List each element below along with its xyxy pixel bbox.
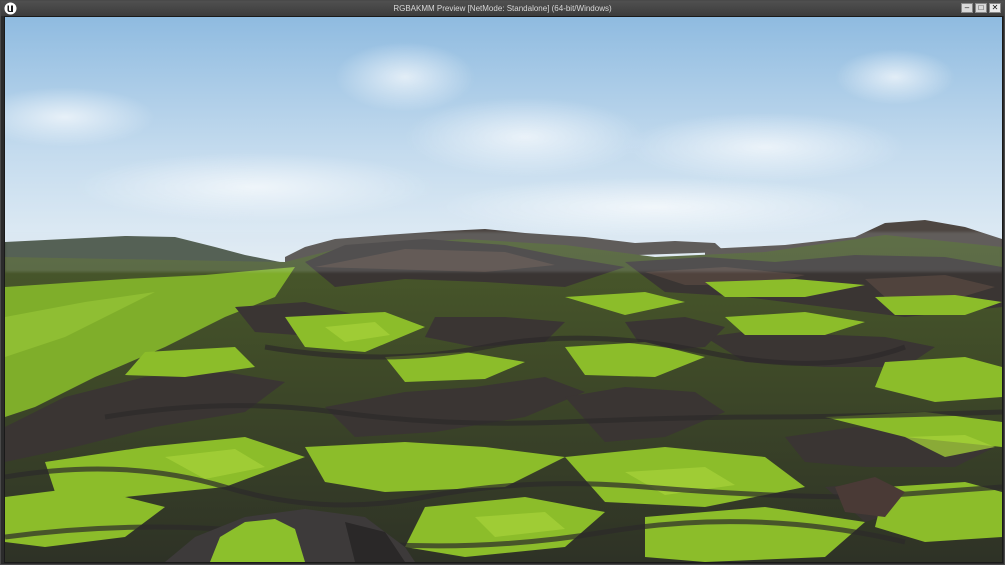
- close-button[interactable]: ✕: [989, 3, 1001, 13]
- maximize-button[interactable]: □: [975, 3, 987, 13]
- close-icon: ✕: [991, 3, 999, 12]
- minimize-button[interactable]: –: [961, 3, 973, 13]
- landscape-scene: [5, 17, 1002, 562]
- title-bar[interactable]: RGBAKMM Preview [NetMode: Standalone] (6…: [1, 1, 1004, 16]
- maximize-icon: □: [978, 3, 984, 12]
- game-window: RGBAKMM Preview [NetMode: Standalone] (6…: [0, 0, 1005, 565]
- minimize-icon: –: [964, 3, 970, 12]
- window-title: RGBAKMM Preview [NetMode: Standalone] (6…: [393, 4, 612, 13]
- game-viewport[interactable]: [4, 16, 1003, 563]
- window-controls: – □ ✕: [961, 3, 1001, 13]
